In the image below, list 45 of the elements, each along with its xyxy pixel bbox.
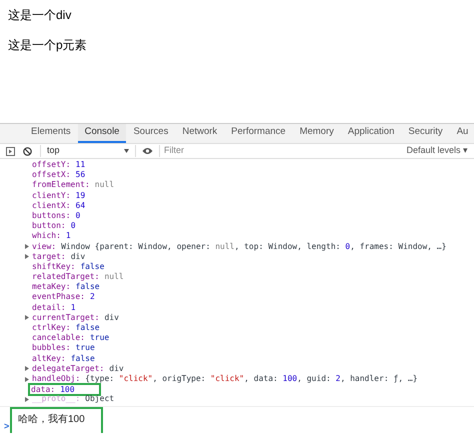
property-line: delegateTarget: div <box>31 364 124 374</box>
page-text: 这是一个div <box>8 7 72 24</box>
devtools-tab[interactable]: Application <box>340 124 402 143</box>
filter-field[interactable]: Filter <box>159 145 389 157</box>
expand-arrow-icon[interactable] <box>25 396 29 402</box>
property-line: clientX: 64 <box>31 200 86 211</box>
property-line: altKey: false <box>31 354 95 364</box>
property-line: detail: 1 <box>31 302 76 313</box>
console-output: 哈哈，我有100 <box>10 406 103 432</box>
property-line: offsetY: 11 <box>31 160 86 170</box>
devtools-tab[interactable]: Performance <box>224 124 293 143</box>
devtools-tab[interactable]: Security <box>401 124 450 143</box>
property-line: shiftKey: false <box>31 262 104 272</box>
dropdown-caret-icon <box>124 149 129 153</box>
property-line: relatedTarget: null <box>31 272 124 282</box>
console-prompt: > <box>4 420 10 430</box>
devtools-tab[interactable]: Console <box>78 124 126 143</box>
property-line: handleObj: {type: "click", origType: "click", data: 100, guid: 2, handler: ƒ, …} <box>31 374 418 384</box>
devtools-tab[interactable]: Sources <box>126 124 176 143</box>
property-line: which: 1 <box>31 231 71 242</box>
property-line: buttons: 0 <box>31 210 80 222</box>
log-levels-dropdown[interactable]: Default levels ▾ <box>406 144 468 158</box>
property-line: ctrlKey: false <box>31 323 100 334</box>
eye-icon[interactable] <box>142 147 153 155</box>
devtools-tab[interactable]: Au <box>450 124 474 143</box>
property-line: metaKey: false <box>31 282 100 292</box>
expand-arrow-icon[interactable] <box>25 315 29 320</box>
clear-icon[interactable] <box>23 146 32 156</box>
sidebar-toggle-icon[interactable] <box>6 146 15 156</box>
property-line: view: Window {parent: Window, opener: null, top: Window, length: 0, frames: Window, …} <box>31 242 446 252</box>
context-select[interactable]: top <box>40 145 136 157</box>
property-line: __proto__: Object <box>31 394 114 405</box>
devtools-tab[interactable]: Elements <box>24 124 78 143</box>
devtools-tab[interactable]: Network <box>175 124 224 143</box>
property-line: cancelable: true <box>31 333 110 344</box>
page-text: 这是一个p元素 <box>8 37 87 54</box>
property-line: bubbles: true <box>31 343 95 354</box>
property-line: fromElement: null <box>31 180 114 191</box>
property-line: currentTarget: div <box>31 312 119 324</box>
devtools-tab[interactable]: Memory <box>292 124 341 143</box>
property-line: eventPhase: 2 <box>31 292 95 303</box>
property-line: offsetX: 56 <box>31 170 86 180</box>
property-line: target: div <box>31 252 86 262</box>
property-line: clientY: 19 <box>31 190 86 201</box>
property-line: button: 0 <box>31 221 76 232</box>
